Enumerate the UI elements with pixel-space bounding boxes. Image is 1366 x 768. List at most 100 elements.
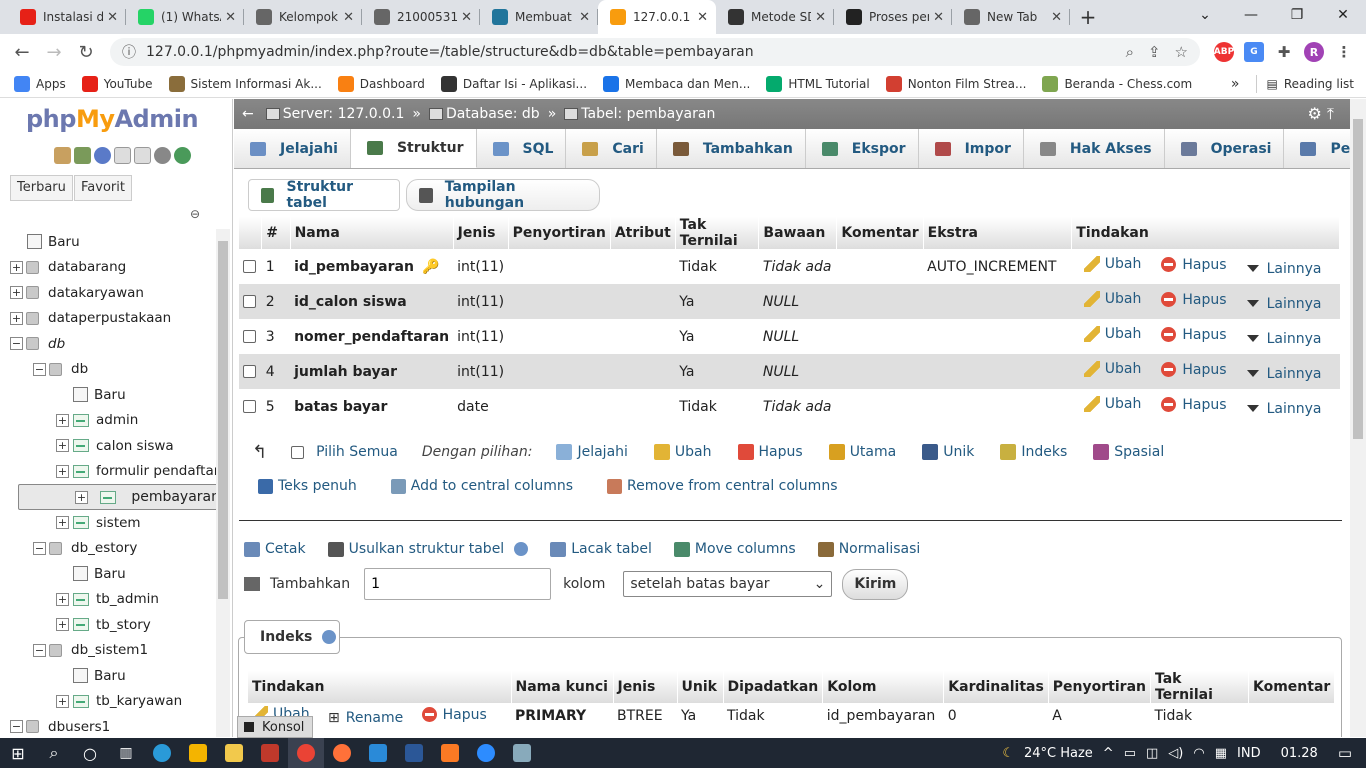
more-button[interactable]: Lainnya bbox=[1246, 366, 1321, 382]
paint-icon[interactable] bbox=[504, 738, 540, 768]
close-tab-icon[interactable]: ✕ bbox=[461, 10, 472, 25]
tree-item[interactable]: + dataperpustakaan bbox=[0, 306, 216, 332]
breadcrumb-table[interactable]: Tabel: pembayaran bbox=[581, 106, 715, 122]
tab-operasi[interactable]: Operasi bbox=[1165, 129, 1285, 168]
expand-icon[interactable]: + bbox=[56, 464, 69, 478]
close-tab-icon[interactable]: ✕ bbox=[697, 10, 708, 25]
tab-search-icon[interactable]: ⌄ bbox=[1182, 0, 1228, 32]
tree-item[interactable]: − db bbox=[0, 331, 216, 357]
index-rename-button[interactable]: ⊞ Rename bbox=[328, 710, 403, 726]
expand-icon[interactable]: + bbox=[56, 439, 69, 453]
row-checkbox[interactable] bbox=[243, 365, 256, 378]
address-bar[interactable]: ⓘ 127.0.0.1/phpmyadmin/index.php?route=/… bbox=[110, 38, 1200, 66]
task-view-icon[interactable]: ▥ bbox=[108, 738, 144, 768]
row-checkbox[interactable] bbox=[243, 295, 256, 308]
breadcrumb-server[interactable]: Server: 127.0.0.1 bbox=[283, 106, 405, 122]
column-header[interactable]: Tak Ternilai bbox=[675, 217, 760, 249]
close-tab-icon[interactable]: ✕ bbox=[343, 10, 354, 25]
translate-icon[interactable]: G bbox=[1244, 42, 1264, 62]
home-icon[interactable] bbox=[54, 147, 71, 164]
expand-icon[interactable]: + bbox=[75, 490, 88, 504]
bulk-unik-button[interactable]: Unik bbox=[922, 444, 974, 460]
row-checkbox[interactable] bbox=[243, 330, 256, 343]
browser-tab[interactable]: Metode SD ✕ bbox=[716, 0, 834, 34]
forward-button[interactable]: → bbox=[38, 42, 70, 63]
edit-button[interactable]: Ubah bbox=[1083, 396, 1141, 413]
column-header[interactable]: Tindakan bbox=[1071, 217, 1340, 249]
tree-item[interactable]: Baru bbox=[0, 663, 216, 689]
firefox-icon[interactable] bbox=[324, 738, 360, 768]
drop-button[interactable]: Hapus bbox=[1161, 327, 1227, 343]
collapse-icon[interactable]: − bbox=[10, 720, 23, 734]
expand-icon[interactable]: + bbox=[10, 311, 23, 325]
column-header[interactable]: Penyortiran bbox=[508, 217, 611, 249]
tab-tambahkan[interactable]: Tambahkan bbox=[657, 129, 806, 168]
weather-icon[interactable]: ☾ bbox=[1002, 746, 1014, 761]
link-usulkan-struktur-tabel[interactable]: Usulkan struktur tabel bbox=[327, 541, 529, 557]
browser-tab[interactable]: Instalasi da✕ bbox=[8, 0, 126, 34]
wifi-icon[interactable]: ◠ bbox=[1193, 746, 1204, 761]
file-explorer-icon[interactable] bbox=[216, 738, 252, 768]
expand-icon[interactable]: + bbox=[56, 694, 69, 708]
tree-item[interactable]: + datakaryawan bbox=[0, 280, 216, 306]
chrome-icon[interactable] bbox=[288, 738, 324, 768]
windows-start-icon[interactable]: ⊞ bbox=[0, 738, 36, 768]
menu-dots-icon[interactable]: ⋮ bbox=[1334, 42, 1354, 62]
column-header[interactable]: Jenis bbox=[453, 217, 509, 249]
info-icon[interactable]: ⓘ bbox=[122, 42, 136, 62]
extensions-puzzle-icon[interactable]: ✚ bbox=[1274, 42, 1294, 62]
row-checkbox[interactable] bbox=[243, 400, 256, 413]
tree-item[interactable]: + tb_admin bbox=[0, 587, 216, 613]
drop-button[interactable]: Hapus bbox=[1161, 292, 1227, 308]
link-normalisasi[interactable]: Normalisasi bbox=[817, 541, 920, 557]
bulk-hapus-button[interactable]: Hapus bbox=[737, 444, 803, 460]
tab-struktur[interactable]: Struktur bbox=[350, 129, 477, 168]
bookmark-item[interactable]: Daftar Isi - Aplikasi... bbox=[440, 75, 587, 92]
help-icon[interactable] bbox=[94, 147, 111, 164]
collapse-icon[interactable]: − bbox=[33, 643, 46, 657]
reading-list-button[interactable]: Reading list bbox=[1284, 77, 1354, 91]
link-move-columns[interactable]: Move columns bbox=[673, 541, 796, 557]
drop-button[interactable]: Hapus bbox=[1161, 362, 1227, 378]
vscode-icon[interactable] bbox=[360, 738, 396, 768]
tray-expand-icon[interactable]: ^ bbox=[1103, 746, 1114, 761]
adblock-icon[interactable]: ABP bbox=[1214, 42, 1234, 62]
bulk-action-button[interactable]: Teks penuh bbox=[258, 478, 357, 494]
column-header[interactable]: Komentar bbox=[836, 217, 924, 249]
more-button[interactable]: Lainnya bbox=[1246, 401, 1321, 417]
minimize-button[interactable]: — bbox=[1228, 0, 1274, 32]
check-all-checkbox[interactable] bbox=[291, 445, 305, 459]
browser-tab[interactable]: Kelompok ✕ bbox=[244, 0, 362, 34]
indexes-title[interactable]: Indeks bbox=[244, 620, 340, 654]
expand-icon[interactable]: + bbox=[56, 618, 69, 632]
browser-tab[interactable]: 21000531 ✕ bbox=[362, 0, 480, 34]
collapse-icon[interactable]: − bbox=[33, 362, 46, 376]
pen-icon[interactable]: ▦ bbox=[1215, 746, 1227, 761]
drop-button[interactable]: Hapus bbox=[1161, 397, 1227, 413]
link-cetak[interactable]: Cetak bbox=[244, 541, 306, 557]
notification-icon[interactable]: ▭ bbox=[1338, 744, 1352, 762]
tab-cari[interactable]: Cari bbox=[566, 129, 657, 168]
settings-gear-icon[interactable]: ⚙ ⤒ bbox=[1307, 104, 1334, 124]
logout-icon[interactable] bbox=[74, 147, 91, 164]
bookmark-item[interactable]: HTML Tutorial bbox=[766, 75, 870, 92]
collapse-arrow-icon[interactable]: ← bbox=[242, 106, 254, 122]
volume-icon[interactable]: ◁) bbox=[1168, 746, 1183, 761]
zoom-icon[interactable]: ⌕ bbox=[1126, 43, 1134, 61]
more-button[interactable]: Lainnya bbox=[1246, 261, 1321, 277]
console-toggle[interactable]: Konsol bbox=[237, 716, 313, 738]
bookmark-item[interactable]: Sistem Informasi Ak... bbox=[168, 75, 322, 92]
more-button[interactable]: Lainnya bbox=[1246, 331, 1321, 347]
sql-docs-icon[interactable] bbox=[134, 147, 151, 164]
tab-favorites[interactable]: Favorit bbox=[74, 175, 132, 201]
close-window-button[interactable]: ✕ bbox=[1320, 0, 1366, 32]
close-tab-icon[interactable]: ✕ bbox=[579, 10, 590, 25]
column-header[interactable]: Bawaan bbox=[758, 217, 838, 249]
help-icon[interactable] bbox=[514, 542, 529, 556]
collapse-icon[interactable]: − bbox=[33, 541, 46, 555]
bookmark-item[interactable]: YouTube bbox=[81, 75, 153, 92]
expand-icon[interactable]: + bbox=[56, 516, 69, 530]
more-button[interactable]: Lainnya bbox=[1246, 296, 1321, 312]
tree-item[interactable]: + tb_story bbox=[0, 612, 216, 638]
profile-avatar[interactable]: R bbox=[1304, 42, 1324, 62]
